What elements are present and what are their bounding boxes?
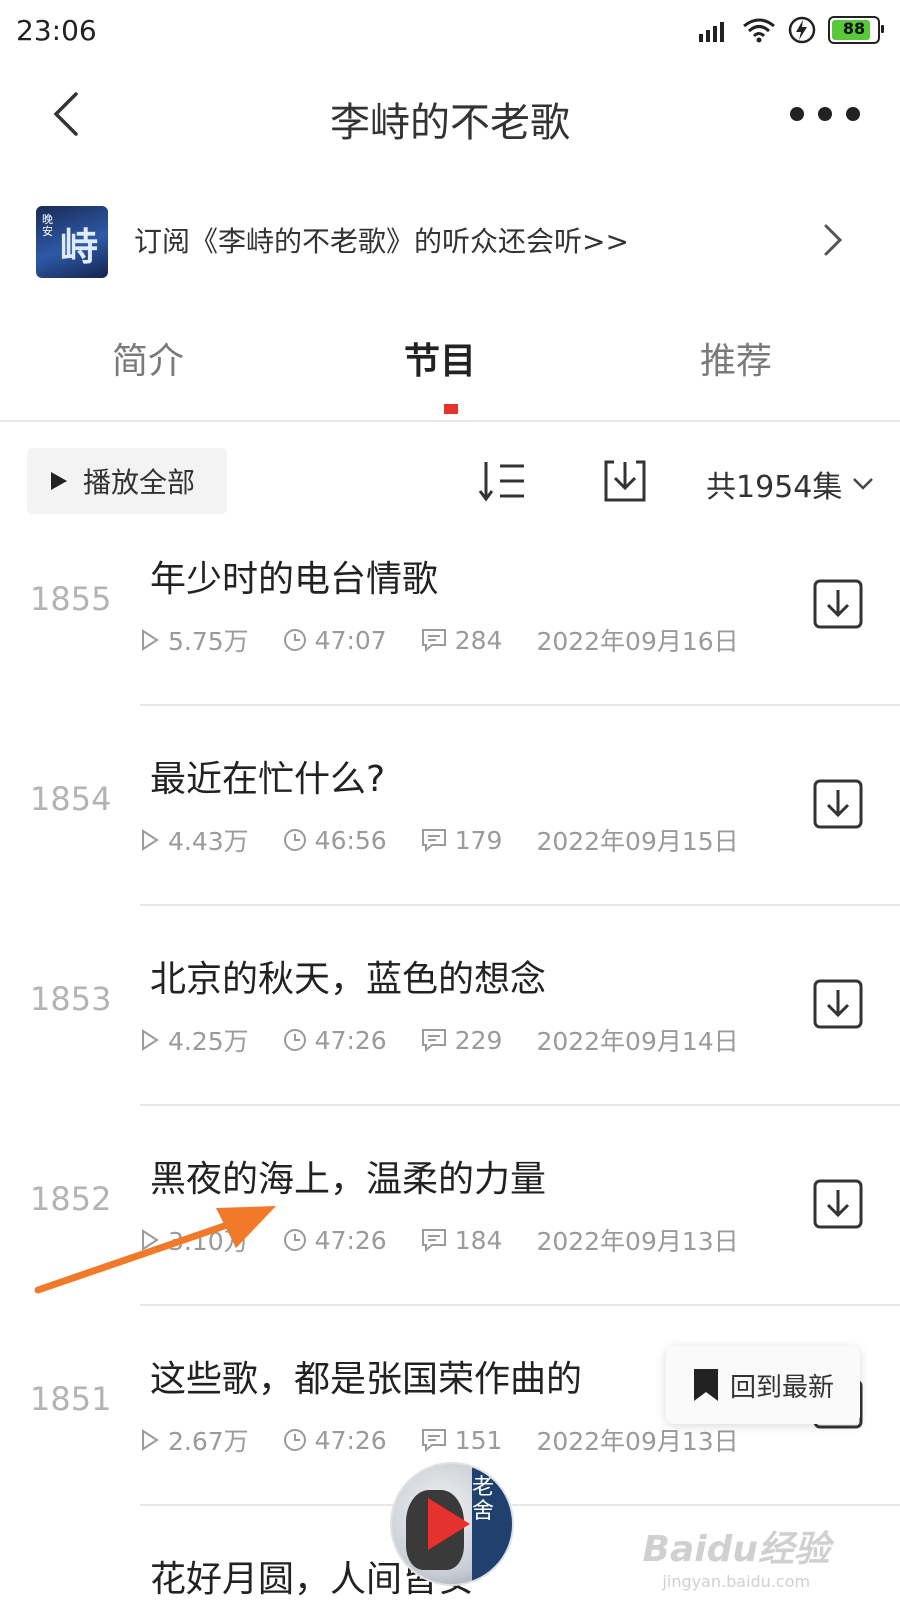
active-tab-indicator	[444, 404, 458, 414]
charging-icon	[788, 16, 816, 44]
download-icon[interactable]	[600, 456, 650, 506]
download-icon[interactable]	[812, 778, 864, 830]
tab-recommend[interactable]: 推荐	[636, 332, 836, 384]
comment-count: 284	[454, 625, 503, 655]
chevron-right-icon	[824, 224, 843, 256]
play-count: 4.25万	[168, 1027, 249, 1056]
comment-icon	[421, 629, 446, 652]
episode-row[interactable]: 1854 最近在忙什么? 4.43万 46:56 179 2022年09月15日	[0, 730, 900, 935]
clock-icon	[283, 1429, 306, 1451]
row-divider	[140, 704, 900, 706]
play-all-label: 播放全部	[83, 466, 196, 499]
tab-episodes[interactable]: 节目	[340, 332, 540, 384]
episode-row[interactable]: 1853 北京的秋天，蓝色的想念 4.25万 47:26 229 2022年09…	[0, 930, 900, 1135]
comment-count: 179	[454, 825, 503, 855]
watermark: Baidu经验 jingyan.baidu.com	[643, 1520, 830, 1591]
publish-date: 2022年09月14日	[536, 1027, 739, 1056]
play-count: 4.43万	[168, 827, 249, 856]
episode-count-selector[interactable]: 共1954集	[706, 462, 874, 506]
row-divider	[140, 1504, 900, 1506]
play-count-icon	[142, 629, 159, 651]
play-count: 2.67万	[168, 1427, 249, 1456]
play-count: 5.75万	[168, 627, 249, 656]
banner-text: 订阅《李峙的不老歌》的听众还会听>>	[134, 225, 629, 258]
cover-text-big: 峙	[60, 224, 99, 269]
duration: 46:56	[314, 825, 387, 855]
more-button[interactable]	[790, 92, 860, 136]
battery-icon: 88	[828, 16, 884, 44]
nav-header: 李峙的不老歌	[0, 62, 900, 166]
album-cover: 晚安 峙	[36, 206, 108, 278]
tab-bar: 简介 节目 推荐	[0, 320, 900, 422]
sort-icon[interactable]	[478, 456, 528, 506]
chevron-down-icon	[853, 478, 874, 490]
wifi-icon	[743, 18, 775, 43]
tab-intro[interactable]: 简介	[48, 332, 248, 384]
mini-player[interactable]: 老舍	[390, 1462, 514, 1586]
play-all-button[interactable]: 播放全部	[27, 448, 227, 514]
more-icon	[790, 107, 804, 121]
publish-date: 2022年09月13日	[536, 1427, 739, 1456]
comment-count: 229	[454, 1025, 503, 1055]
episode-number: 1855	[30, 580, 112, 618]
play-icon	[428, 1498, 470, 1550]
status-bar: 23:06 88	[0, 0, 900, 62]
clock-icon	[283, 1029, 306, 1051]
annotation-arrow	[34, 1206, 276, 1294]
duration: 47:26	[314, 1025, 387, 1055]
download-icon[interactable]	[812, 578, 864, 630]
play-count-icon	[142, 829, 159, 851]
subscriber-recommend-banner[interactable]: 晚安 峙 订阅《李峙的不老歌》的听众还会听>>	[0, 196, 900, 286]
episode-title: 这些歌，都是张国荣作曲的	[150, 1359, 583, 1400]
episode-title: 北京的秋天，蓝色的想念	[150, 959, 547, 1000]
signal-icon	[699, 22, 724, 42]
player-cover-title: 老舍	[472, 1475, 495, 1524]
clock-icon	[283, 829, 306, 851]
episode-number: 1854	[30, 780, 112, 818]
comment-count: 151	[454, 1425, 503, 1455]
episode-number: 1853	[30, 980, 112, 1018]
episode-toolbar: 播放全部 共1954集	[0, 448, 900, 518]
row-divider	[140, 1104, 900, 1106]
clock-icon	[283, 629, 306, 651]
comment-icon	[421, 1429, 446, 1452]
publish-date: 2022年09月13日	[536, 1227, 739, 1256]
duration: 47:26	[314, 1225, 387, 1255]
episode-title: 年少时的电台情歌	[150, 559, 439, 600]
publish-date: 2022年09月15日	[536, 827, 739, 856]
episode-meta: 4.43万 46:56 179 2022年09月15日	[140, 822, 773, 858]
watermark-line2: jingyan.baidu.com	[662, 1572, 811, 1591]
episode-title: 最近在忙什么?	[150, 759, 386, 800]
comment-icon	[421, 829, 446, 852]
page-title: 李峙的不老歌	[330, 100, 570, 146]
download-icon[interactable]	[812, 978, 864, 1030]
player-cover-side: 老舍	[472, 1464, 512, 1584]
comment-icon	[421, 1029, 446, 1052]
row-divider	[140, 1304, 900, 1306]
episode-meta: 5.75万 47:07 284 2022年09月16日	[140, 622, 773, 658]
status-time: 23:06	[16, 14, 97, 47]
duration: 47:07	[314, 625, 387, 655]
back-to-latest-button[interactable]: 回到最新	[666, 1346, 860, 1424]
play-count-icon	[142, 1029, 159, 1051]
episode-meta: 2.67万 47:26 151 2022年09月13日	[140, 1422, 773, 1458]
episode-meta: 4.25万 47:26 229 2022年09月14日	[140, 1022, 773, 1058]
duration: 47:26	[314, 1425, 387, 1455]
battery-level: 88	[842, 19, 866, 38]
publish-date: 2022年09月16日	[536, 627, 739, 656]
cover-text-small: 晚安	[42, 213, 53, 238]
back-to-latest-label: 回到最新	[730, 1372, 835, 1403]
bookmark-icon	[694, 1369, 718, 1401]
comment-icon	[421, 1229, 446, 1252]
episode-count: 共1954集	[706, 470, 843, 505]
play-icon	[51, 472, 67, 490]
row-divider	[140, 904, 900, 906]
comment-count: 184	[454, 1225, 503, 1255]
play-count-icon	[142, 1429, 159, 1451]
episode-row[interactable]: 1855 年少时的电台情歌 5.75万 47:07 284 2022年09月16…	[0, 530, 900, 735]
episode-number: 1851	[30, 1380, 112, 1418]
download-icon[interactable]	[812, 1178, 864, 1230]
status-icons: 88	[698, 14, 884, 46]
watermark-line1: Baidu经验	[642, 1529, 830, 1570]
